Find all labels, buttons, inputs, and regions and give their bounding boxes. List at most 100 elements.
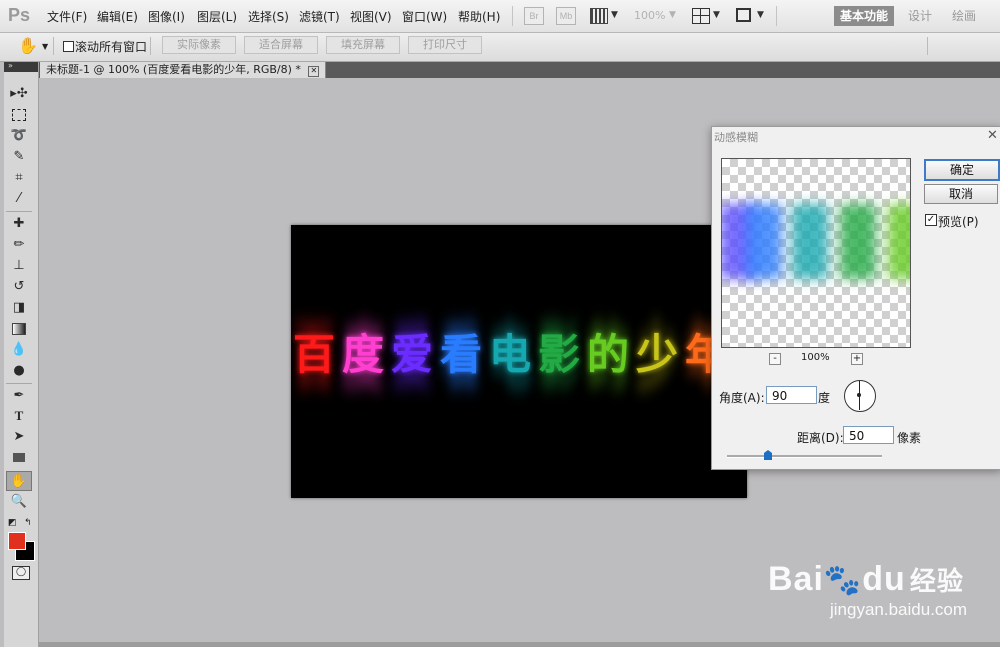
distance-slider-track[interactable] xyxy=(727,455,882,458)
preview-blur-green xyxy=(840,204,876,279)
workspace-essentials[interactable]: 基本功能 xyxy=(834,6,895,26)
menu-image[interactable]: 图像(I) xyxy=(148,8,185,25)
distance-unit: 像素 xyxy=(897,431,922,445)
tools-divider xyxy=(6,211,32,212)
preview-label: 预览(P) xyxy=(938,215,979,229)
dodge-tool-icon[interactable]: ● xyxy=(6,361,32,381)
preview-blur-yellowgreen xyxy=(888,204,910,279)
brush-tool-icon[interactable]: ✏ xyxy=(6,235,32,255)
canvas-glyph: 的 xyxy=(587,330,630,379)
swap-colors-icon[interactable]: ↰ xyxy=(24,518,32,528)
canvas-glyph: 爱 xyxy=(391,330,434,379)
options-divider xyxy=(150,37,151,55)
menu-edit[interactable]: 编辑(E) xyxy=(97,8,138,25)
print-size-button[interactable]: 打印尺寸 xyxy=(408,36,482,54)
menubar-divider xyxy=(512,6,513,26)
preview-blur-teal xyxy=(792,204,828,279)
pen-tool-icon[interactable]: ✒ xyxy=(6,386,32,406)
chevron-down-icon[interactable]: ▼ xyxy=(757,10,764,20)
lasso-tool-icon[interactable]: ➰ xyxy=(6,126,32,146)
zoom-tool-icon[interactable]: 🔍 xyxy=(6,492,32,512)
options-divider xyxy=(53,37,54,55)
quick-select-tool-icon[interactable]: ✎ xyxy=(6,147,32,167)
hand-tool-icon[interactable]: ✋ xyxy=(6,471,32,491)
scroll-all-label: 滚动所有窗口 xyxy=(75,40,148,54)
distance-label: 距离(D): xyxy=(797,431,844,445)
foreground-color-swatch[interactable] xyxy=(8,532,26,550)
blur-tool-icon[interactable]: 💧 xyxy=(6,340,32,360)
zoom-in-button[interactable]: + xyxy=(851,353,863,365)
angle-dial-center xyxy=(857,393,861,397)
canvas-glyph: 影 xyxy=(538,330,581,379)
menu-layer[interactable]: 图层(L) xyxy=(197,8,237,25)
menu-view[interactable]: 视图(V) xyxy=(350,8,392,25)
chevron-down-icon[interactable]: ▼ xyxy=(713,10,720,20)
document-tab[interactable]: 未标题-1 @ 100% (百度爱看电影的少年, RGB/8) * ✕ xyxy=(40,62,327,78)
distance-input[interactable]: 50 xyxy=(843,426,894,444)
menu-filter[interactable]: 滤镜(T) xyxy=(299,8,340,25)
collapse-icon[interactable]: » xyxy=(8,61,13,70)
close-icon[interactable]: ✕ xyxy=(987,128,998,143)
workspace-painting[interactable]: 绘画 xyxy=(946,6,982,26)
preview-blur-blue-2 xyxy=(746,204,782,279)
watermark-url: jingyan.baidu.com xyxy=(830,600,968,619)
shape-tool-icon[interactable] xyxy=(6,448,32,468)
canvas-glyph: 电 xyxy=(489,330,532,379)
marquee-tool-icon[interactable] xyxy=(6,105,32,125)
tools-divider xyxy=(6,383,32,384)
gradient-tool-icon[interactable] xyxy=(6,319,32,339)
angle-unit: 度 xyxy=(818,391,831,405)
menu-help[interactable]: 帮助(H) xyxy=(458,8,500,25)
eraser-tool-icon[interactable]: ◨ xyxy=(6,298,32,318)
document-tab-title: 未标题-1 @ 100% (百度爱看电影的少年, RGB/8) * xyxy=(46,63,301,76)
crop-tool-icon[interactable]: ⌗ xyxy=(6,168,32,188)
zoom-level-display[interactable]: 100% xyxy=(634,9,665,22)
chevron-down-icon[interactable]: ▼ xyxy=(42,42,48,51)
bridge-icon[interactable]: Br xyxy=(524,7,544,25)
canvas-glyph: 少 xyxy=(636,330,679,379)
canvas-glyph: 度 xyxy=(342,330,385,379)
menu-window[interactable]: 窗口(W) xyxy=(402,8,447,25)
hand-tool-icon[interactable]: ✋ xyxy=(18,36,38,55)
canvas-glyph: 百 xyxy=(293,330,336,379)
move-tool-icon[interactable]: ▸✣ xyxy=(6,84,32,104)
close-icon[interactable]: ✕ xyxy=(308,66,320,77)
preview-zoom-level: 100% xyxy=(801,352,830,363)
photoshop-logo: Ps xyxy=(8,5,31,25)
zoom-out-button[interactable]: - xyxy=(769,353,781,365)
document-canvas[interactable]: 百百度度爱爱看看电电影影的的少少年年 xyxy=(291,225,747,498)
preview-checkbox[interactable]: ✓ xyxy=(925,214,937,226)
menu-select[interactable]: 选择(S) xyxy=(248,8,289,25)
workspace-design[interactable]: 设计 xyxy=(902,6,938,26)
history-brush-tool-icon[interactable]: ↺ xyxy=(6,277,32,297)
quick-mask-icon[interactable]: ◯ xyxy=(12,566,30,580)
canvas-glyph: 看 xyxy=(440,330,483,379)
eyedropper-tool-icon[interactable]: ⁄ xyxy=(6,189,32,209)
filter-preview[interactable] xyxy=(721,158,911,348)
dialog-title: 动感模糊 xyxy=(714,131,758,144)
fill-screen-button[interactable]: 填充屏幕 xyxy=(326,36,400,54)
healing-brush-tool-icon[interactable]: ✚ xyxy=(6,214,32,234)
menu-file[interactable]: 文件(F) xyxy=(47,8,87,25)
path-selection-tool-icon[interactable]: ➤ xyxy=(6,427,32,447)
arrange-documents-icon[interactable] xyxy=(692,8,710,24)
options-divider xyxy=(927,37,928,55)
cancel-button[interactable]: 取消 xyxy=(924,184,998,204)
clone-stamp-tool-icon[interactable]: ⊥ xyxy=(6,256,32,276)
angle-input[interactable]: 90 xyxy=(766,386,817,404)
angle-label: 角度(A): xyxy=(719,391,765,405)
baidu-jingyan-watermark: Bai🐾du 经验 xyxy=(768,560,964,598)
scroll-all-checkbox[interactable] xyxy=(63,41,74,52)
actual-pixels-button[interactable]: 实际像素 xyxy=(162,36,236,54)
mini-bridge-icon[interactable]: Mb xyxy=(556,7,576,25)
type-tool-icon[interactable]: T xyxy=(6,406,32,426)
screen-mode-icon[interactable] xyxy=(736,8,751,22)
default-colors-icon[interactable]: ◩ xyxy=(8,518,17,528)
ok-button[interactable]: 确定 xyxy=(924,159,1000,181)
status-strip xyxy=(39,642,1000,647)
chevron-down-icon: ▼ xyxy=(669,10,676,20)
fit-screen-button[interactable]: 适合屏幕 xyxy=(244,36,318,54)
view-extras-icon[interactable] xyxy=(590,8,608,24)
menubar-divider xyxy=(776,6,777,26)
chevron-down-icon[interactable]: ▼ xyxy=(611,10,618,20)
